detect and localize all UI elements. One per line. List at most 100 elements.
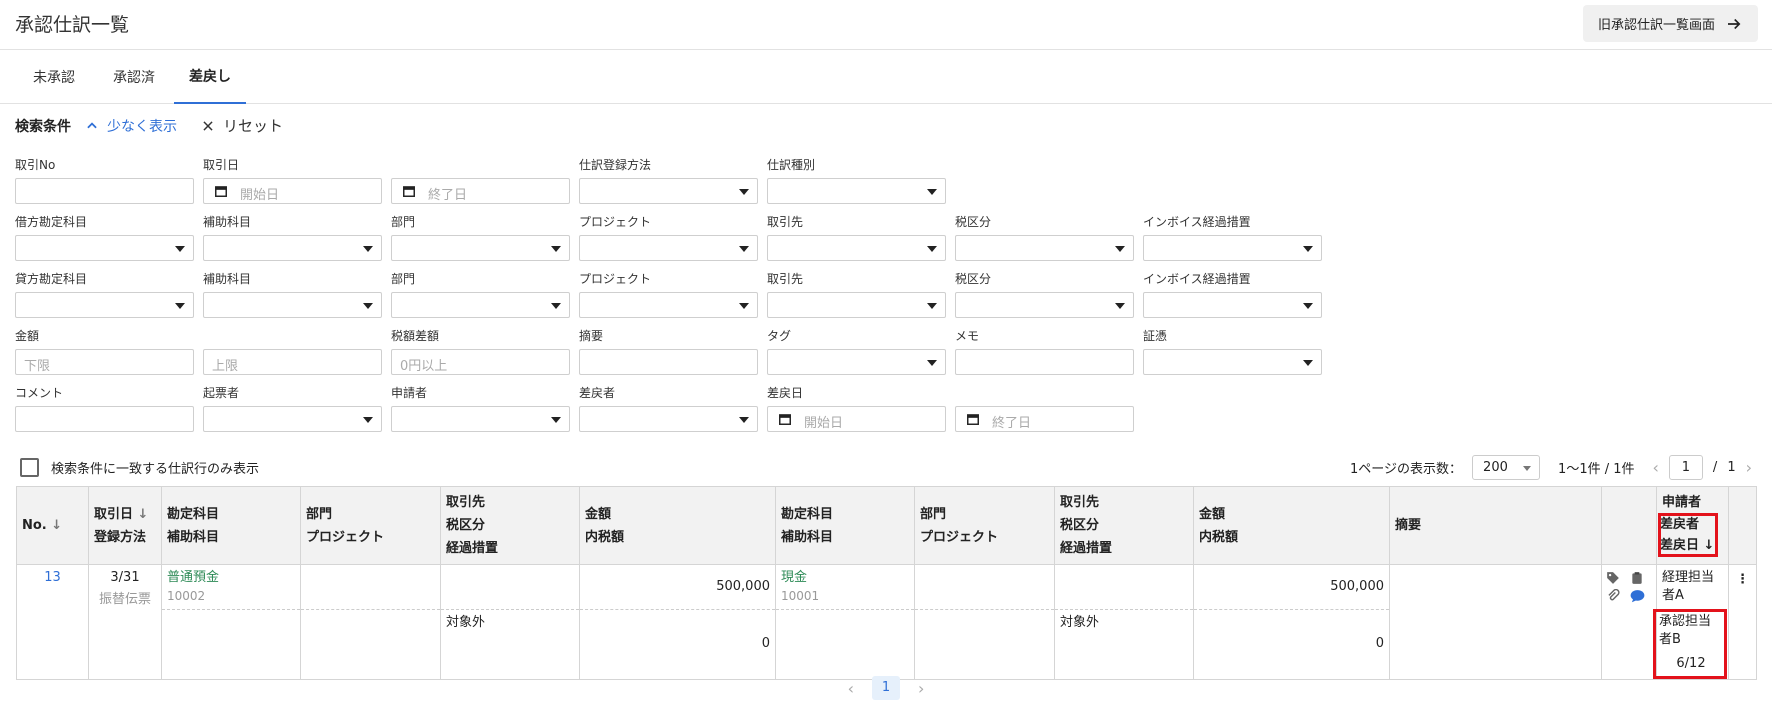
calendar-icon [403, 186, 415, 197]
paperclip-icon[interactable] [1606, 589, 1620, 603]
reset-label: リセット [223, 117, 284, 135]
tab-bar: 未承認 承認済 差戻し [0, 50, 1772, 104]
caret-down-icon [739, 417, 749, 423]
bottom-pager: ‹ 1 › [0, 676, 1772, 700]
prev-page-bottom-icon[interactable]: ‹ [848, 679, 854, 698]
journal-type-select[interactable] [767, 178, 946, 204]
label-voucher: 証憑 [1143, 329, 1168, 343]
debit-invoice-select[interactable] [1143, 235, 1322, 261]
upper-field[interactable]: 上限 [203, 349, 382, 375]
next-page-icon[interactable]: › [1746, 458, 1752, 477]
debit-account-select[interactable] [15, 235, 194, 261]
debit-dept-select[interactable] [391, 235, 570, 261]
tax-diff-field[interactable]: 0円以上 [391, 349, 570, 375]
applicant-cell: 経理担当者A [1656, 564, 1729, 610]
label-credit-project: プロジェクト [579, 272, 652, 286]
return-date-date-field[interactable]: 開始日 [767, 406, 946, 432]
credit-partner-select[interactable] [767, 292, 946, 318]
voucher-select[interactable] [1143, 349, 1322, 375]
placeholder: 終了日 [428, 188, 468, 203]
summary-field[interactable] [579, 349, 758, 375]
more-vert-icon[interactable]: ⋮ [1736, 572, 1749, 587]
col-debit-partner: 取引先 税区分 経過措置 [440, 486, 580, 565]
returner-select[interactable] [579, 406, 758, 432]
placeholder: 開始日 [804, 416, 844, 431]
debit-account-cell: 普通預金 10002 [161, 564, 301, 610]
end-date-date-field[interactable]: 終了日 [955, 406, 1134, 432]
label-debit-project: プロジェクト [579, 215, 652, 229]
table-row[interactable]: 13 3/31 振替伝票 普通預金 10002 500,000 現金 10001… [16, 564, 1757, 680]
memo-field[interactable] [955, 349, 1134, 375]
debit-project-select[interactable] [579, 235, 758, 261]
debit-sub-select[interactable] [203, 235, 382, 261]
comment-icon[interactable] [1630, 589, 1645, 603]
caret-down-icon [1523, 466, 1532, 471]
tag-select[interactable] [767, 349, 946, 375]
page-input[interactable]: 1 [1668, 455, 1703, 480]
reset-button[interactable]: リセット [201, 115, 283, 136]
debit-partner-select[interactable] [767, 235, 946, 261]
tab-unapproved[interactable]: 未承認 [14, 50, 94, 104]
caret-down-icon [927, 303, 937, 309]
returner-cell: 承認担当者B 6/12 [1653, 608, 1729, 680]
placeholder: 下限 [24, 359, 51, 374]
next-page-bottom-icon[interactable]: › [918, 679, 924, 698]
page-title: 承認仕訳一覧 [15, 14, 130, 36]
credit-project-select[interactable] [579, 292, 758, 318]
label-debit-sub: 補助科目 [203, 215, 252, 229]
row-menu[interactable]: ⋮ [1728, 564, 1757, 680]
trade-no-field[interactable] [15, 178, 194, 204]
per-page-value: 200 [1483, 460, 1508, 475]
label-comment: コメント [15, 386, 64, 400]
page-1-button[interactable]: 1 [872, 676, 900, 700]
col-no[interactable]: No. ↓ [16, 486, 89, 565]
applicant-select[interactable] [391, 406, 570, 432]
label-debit-tax: 税区分 [955, 215, 992, 229]
prev-page-icon[interactable]: ‹ [1653, 458, 1659, 477]
comment-field[interactable] [15, 406, 194, 432]
credit-dept-cell [914, 564, 1055, 610]
credit-account-select[interactable] [15, 292, 194, 318]
search-header: 検索条件 少なく表示 リセット [15, 115, 283, 136]
per-page-label: 1ページの表示数： [1350, 462, 1463, 477]
row-no-link[interactable]: 13 [16, 564, 89, 680]
caret-down-icon [927, 246, 937, 252]
show-less-link[interactable]: 少なく表示 [85, 116, 177, 136]
old-list-button[interactable]: 旧承認仕訳一覧画面 [1583, 5, 1758, 42]
range-text: 1〜1件 / 1件 [1558, 462, 1635, 477]
debit-partner-cell [440, 564, 580, 610]
debit-tax-select[interactable] [955, 235, 1134, 261]
caret-down-icon [551, 303, 561, 309]
col-credit-dept: 部門 プロジェクト [914, 486, 1055, 565]
amount-field[interactable]: 下限 [15, 349, 194, 375]
only-matching-label: 検索条件に一致する仕訳行のみ表示 [51, 462, 260, 477]
clipboard-icon[interactable] [1630, 571, 1644, 585]
creator-select[interactable] [203, 406, 382, 432]
register-method-select[interactable] [579, 178, 758, 204]
caret-down-icon [1303, 246, 1313, 252]
credit-dept-select[interactable] [391, 292, 570, 318]
col-summary: 摘要 [1389, 486, 1602, 565]
label-applicant: 申請者 [391, 386, 428, 400]
credit-invoice-select[interactable] [1143, 292, 1322, 318]
tab-approved[interactable]: 承認済 [94, 50, 174, 104]
label-debit-partner: 取引先 [767, 215, 804, 229]
col-applicant[interactable]: 申請者 差戻者 差戻日 ↓ [1656, 486, 1729, 565]
caret-down-icon [175, 303, 185, 309]
trade-date-date-field[interactable]: 開始日 [203, 178, 382, 204]
caret-down-icon [739, 303, 749, 309]
col-date-method[interactable]: 取引日 ↓ 登録方法 [88, 486, 162, 565]
caret-down-icon [363, 303, 373, 309]
caret-down-icon [1115, 303, 1125, 309]
only-matching-checkbox[interactable] [20, 458, 39, 477]
end-date-date-field[interactable]: 終了日 [391, 178, 570, 204]
credit-sub-select[interactable] [203, 292, 382, 318]
tag-icon[interactable] [1606, 571, 1620, 585]
label-credit-dept: 部門 [391, 272, 416, 286]
only-matching-row[interactable]: 検索条件に一致する仕訳行のみ表示 [20, 458, 259, 477]
per-page-select[interactable]: 200 [1472, 455, 1541, 480]
tab-returned[interactable]: 差戻し [174, 50, 246, 104]
label-memo: メモ [955, 329, 980, 343]
col-icons [1601, 486, 1657, 565]
credit-tax-select[interactable] [955, 292, 1134, 318]
